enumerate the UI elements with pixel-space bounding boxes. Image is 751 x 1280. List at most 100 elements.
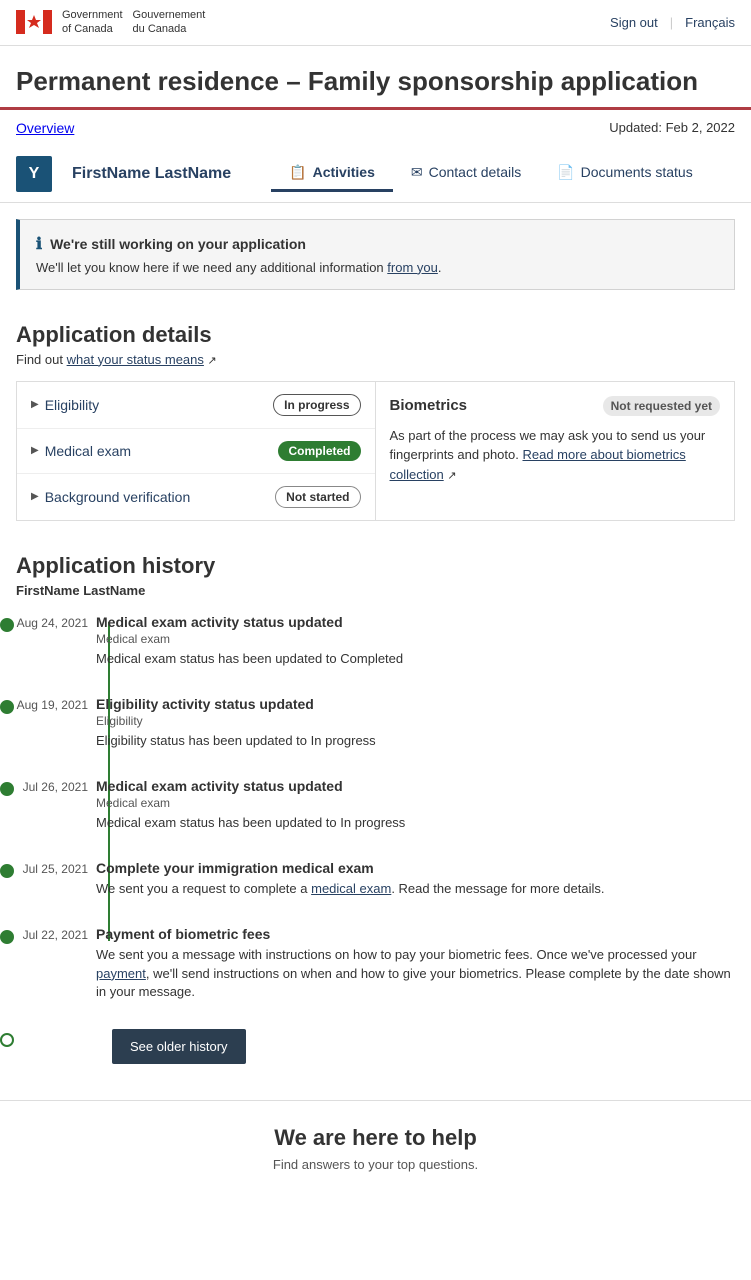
help-title: We are here to help [16, 1125, 735, 1151]
timeline-content: Payment of biometric fees We sent you a … [96, 926, 735, 1001]
details-grid: ▶ Eligibility In progress ▶ Medical exam… [16, 381, 735, 521]
header-divider: | [670, 15, 673, 30]
application-details-section: Application details Find out what your s… [0, 306, 751, 537]
gov-name-fr: Gouvernement du Canada [133, 8, 206, 37]
gov-header: Government of Canada Gouvernement du Can… [0, 0, 751, 46]
medical-exam-link[interactable]: ▶ Medical exam [31, 443, 131, 459]
gov-logo: Government of Canada Gouvernement du Can… [16, 8, 205, 37]
event-desc: We sent you a message with instructions … [96, 946, 735, 1001]
event-category: Medical exam [96, 796, 735, 810]
event-title: Complete your immigration medical exam [96, 860, 735, 876]
page-title-section: Permanent residence – Family sponsorship… [0, 46, 751, 110]
notice-link[interactable]: from you [387, 260, 438, 275]
timeline-item: Aug 19, 2021 Eligibility activity status… [96, 696, 735, 750]
background-verification-link[interactable]: ▶ Background verification [31, 489, 190, 505]
user-section: Y FirstName LastName 📋 Activities ✉ Cont… [0, 146, 751, 203]
gov-actions: Sign out | Français [610, 15, 735, 30]
background-label: Background verification [45, 489, 191, 505]
documents-icon: 📄 [557, 164, 574, 181]
event-title: Eligibility activity status updated [96, 696, 735, 712]
gov-name-text: Government of Canada [62, 8, 123, 37]
timeline-item: Jul 25, 2021 Complete your immigration m… [96, 860, 735, 898]
timeline-dot-empty [0, 1033, 14, 1047]
medical-exam-status: Completed [278, 441, 360, 461]
activities-icon: 📋 [289, 164, 306, 181]
eligibility-link[interactable]: ▶ Eligibility [31, 397, 99, 413]
medical-exam-row: ▶ Medical exam Completed [17, 429, 375, 474]
chevron-icon: ▶ [31, 399, 39, 410]
background-verification-row: ▶ Background verification Not started [17, 474, 375, 520]
status-means-link[interactable]: what your status means [67, 352, 204, 367]
tab-contact-label: Contact details [429, 164, 522, 180]
tab-activities[interactable]: 📋 Activities [271, 156, 393, 192]
history-name: FirstName LastName [16, 583, 735, 598]
francais-link[interactable]: Français [685, 15, 735, 30]
ext-link-icon: ↗ [208, 355, 217, 367]
chevron-icon: ▶ [31, 445, 39, 456]
event-desc: We sent you a request to complete a medi… [96, 880, 735, 898]
event-date: Jul 26, 2021 [16, 780, 88, 794]
user-tabs: 📋 Activities ✉ Contact details 📄 Documen… [271, 156, 711, 192]
event-desc: Eligibility status has been updated to I… [96, 732, 735, 750]
breadcrumb[interactable]: Overview [16, 120, 74, 136]
timeline-dot [0, 782, 14, 796]
biometrics-link[interactable]: Read more about biometrics collection [390, 447, 686, 482]
breadcrumb-row: Overview Updated: Feb 2, 2022 [0, 110, 751, 146]
notice-text: We'll let you know here if we need any a… [36, 260, 718, 275]
see-older-history-button[interactable]: See older history [112, 1029, 246, 1064]
updated-text: Updated: Feb 2, 2022 [609, 120, 735, 135]
biometrics-description: As part of the process we may ask you to… [390, 426, 721, 485]
eligibility-label: Eligibility [45, 397, 99, 413]
app-details-title: Application details [16, 322, 735, 348]
event-date: Aug 19, 2021 [16, 698, 88, 712]
biometrics-header: Biometrics Not requested yet [390, 396, 721, 416]
history-section: Application history FirstName LastName A… [0, 537, 751, 1100]
biometrics-status: Not requested yet [603, 396, 720, 416]
timeline-item: Jul 26, 2021 Medical exam activity statu… [96, 778, 735, 832]
tab-activities-label: Activities [313, 164, 375, 180]
chevron-icon: ▶ [31, 491, 39, 502]
older-btn-row: See older history [16, 1029, 735, 1064]
medical-exam-label: Medical exam [45, 443, 131, 459]
history-title: Application history [16, 553, 735, 579]
medical-exam-link[interactable]: medical exam [311, 881, 391, 896]
tab-contact-details[interactable]: ✉ Contact details [393, 156, 539, 192]
notice-title: ℹ We're still working on your applicatio… [36, 234, 718, 254]
event-category: Eligibility [96, 714, 735, 728]
user-avatar: Y [16, 156, 52, 192]
background-status: Not started [275, 486, 360, 508]
sign-out-link[interactable]: Sign out [610, 15, 658, 30]
biometrics-panel: Biometrics Not requested yet As part of … [376, 382, 735, 520]
event-title: Medical exam activity status updated [96, 778, 735, 794]
timeline: Aug 24, 2021 Medical exam activity statu… [16, 614, 735, 1001]
timeline-content: Eligibility activity status updated Elig… [96, 696, 735, 750]
event-date: Jul 22, 2021 [16, 928, 88, 942]
event-title: Payment of biometric fees [96, 926, 735, 942]
biometrics-title: Biometrics [390, 397, 468, 414]
help-footer: We are here to help Find answers to your… [0, 1100, 751, 1196]
payment-link[interactable]: payment [96, 966, 146, 981]
timeline-dot [0, 930, 14, 944]
event-desc: Medical exam status has been updated to … [96, 814, 735, 832]
ext-link-icon: ↗ [447, 470, 456, 482]
timeline-item: Aug 24, 2021 Medical exam activity statu… [96, 614, 735, 668]
timeline-dot [0, 700, 14, 714]
canada-flag-icon [16, 10, 52, 34]
timeline-dot [0, 864, 14, 878]
help-subtitle: Find answers to your top questions. [16, 1157, 735, 1172]
event-date: Aug 24, 2021 [16, 616, 88, 630]
tab-documents-status[interactable]: 📄 Documents status [539, 156, 711, 192]
info-icon: ℹ [36, 234, 42, 254]
timeline-item: Jul 22, 2021 Payment of biometric fees W… [96, 926, 735, 1001]
event-category: Medical exam [96, 632, 735, 646]
notice-box: ℹ We're still working on your applicatio… [16, 219, 735, 290]
timeline-content: Medical exam activity status updated Med… [96, 614, 735, 668]
tab-documents-label: Documents status [581, 164, 693, 180]
page-title: Permanent residence – Family sponsorship… [16, 66, 735, 97]
activities-list: ▶ Eligibility In progress ▶ Medical exam… [17, 382, 376, 520]
contact-icon: ✉ [411, 164, 423, 181]
event-title: Medical exam activity status updated [96, 614, 735, 630]
timeline-content: Medical exam activity status updated Med… [96, 778, 735, 832]
user-name: FirstName LastName [72, 165, 231, 183]
event-date: Jul 25, 2021 [16, 862, 88, 876]
